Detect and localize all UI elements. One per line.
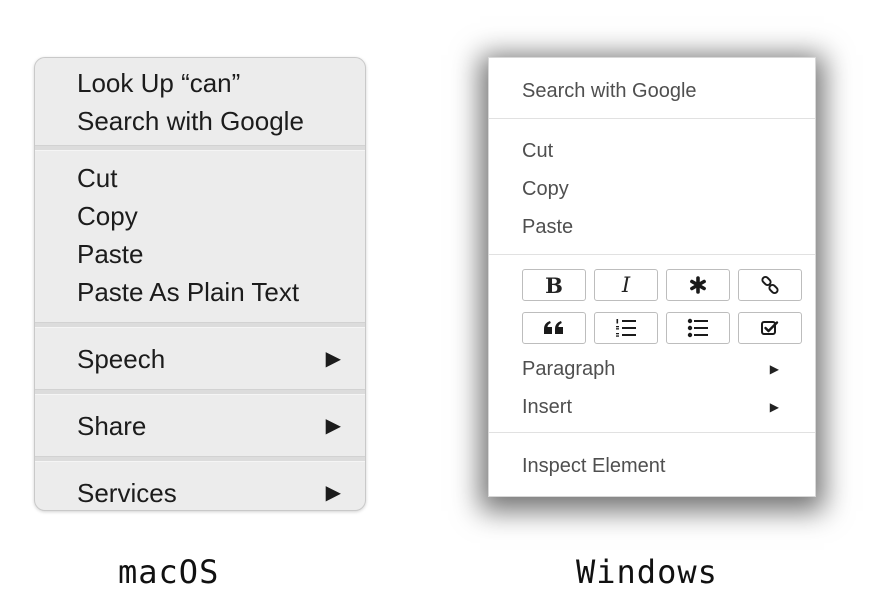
submenu-arrow-icon: ▶ [325, 482, 341, 504]
menu-item-look-up[interactable]: Look Up “can” [35, 64, 365, 102]
submenu-arrow-icon: ▶ [325, 348, 341, 370]
windows-caption: Windows [576, 553, 718, 591]
quote-icon [544, 321, 563, 334]
bullet-list-icon [687, 318, 708, 338]
menu-item-label: Share [77, 411, 147, 441]
quote-button[interactable] [522, 312, 586, 344]
checkbox-button[interactable] [738, 312, 802, 344]
italic-icon: I [621, 273, 631, 297]
asterisk-icon [690, 276, 706, 294]
windows-context-menu: Search with Google Cut Copy Paste B I Pa… [488, 57, 816, 497]
link-button[interactable] [738, 269, 802, 301]
menu-item-label: Speech [77, 344, 166, 374]
bullet-list-button[interactable] [666, 312, 730, 344]
numbered-list-button[interactable] [594, 312, 658, 344]
menu-item-services[interactable]: Services ▶ [35, 474, 365, 510]
menu-item-insert[interactable]: Insert ▶ [489, 388, 815, 426]
macos-caption: macOS [118, 553, 220, 591]
menu-item-cut[interactable]: Cut [35, 159, 365, 197]
menu-item-label: Insert [522, 396, 573, 418]
link-icon [761, 275, 779, 295]
macos-section-services: Services ▶ [35, 462, 365, 510]
windows-section-search: Search with Google [489, 58, 815, 118]
numbered-list-icon [616, 319, 636, 337]
menu-item-inspect-element[interactable]: Inspect Element [489, 447, 815, 485]
macos-section-lookup: Look Up “can” Search with Google [35, 58, 365, 145]
menu-item-label: Services [77, 478, 177, 508]
submenu-arrow-icon: ▶ [325, 415, 341, 437]
menu-item-speech[interactable]: Speech ▶ [35, 340, 365, 378]
menu-item-copy[interactable]: Copy [489, 170, 815, 208]
italic-button[interactable]: I [594, 269, 658, 301]
menu-item-paste[interactable]: Paste [35, 235, 365, 273]
menu-item-copy[interactable]: Copy [35, 197, 365, 235]
macos-section-share: Share ▶ [35, 395, 365, 456]
menu-item-paste[interactable]: Paste [489, 208, 815, 246]
macos-section-speech: Speech ▶ [35, 328, 365, 389]
asterisk-button[interactable] [666, 269, 730, 301]
macos-context-menu: Look Up “can” Search with Google Cut Cop… [34, 57, 366, 511]
menu-item-label: Paragraph [522, 358, 616, 380]
submenu-arrow-icon: ▶ [769, 362, 779, 376]
menu-item-search-google[interactable]: Search with Google [35, 102, 365, 140]
macos-section-edit: Cut Copy Paste Paste As Plain Text [35, 151, 365, 322]
menu-item-paste-plain-text[interactable]: Paste As Plain Text [35, 273, 365, 311]
menu-item-share[interactable]: Share ▶ [35, 407, 365, 445]
submenu-arrow-icon: ▶ [769, 400, 779, 414]
menu-item-paragraph[interactable]: Paragraph ▶ [489, 350, 815, 388]
windows-section-edit: Cut Copy Paste [489, 119, 815, 254]
menu-item-search-google[interactable]: Search with Google [489, 72, 815, 110]
checkbox-icon [761, 321, 779, 335]
bold-icon: B [545, 272, 563, 298]
format-toolbar: B I [489, 269, 815, 344]
windows-section-format: B I Paragraph ▶ Insert ▶ [489, 255, 815, 432]
menu-item-cut[interactable]: Cut [489, 132, 815, 170]
windows-section-inspect: Inspect Element [489, 433, 815, 485]
bold-button[interactable]: B [522, 269, 586, 301]
